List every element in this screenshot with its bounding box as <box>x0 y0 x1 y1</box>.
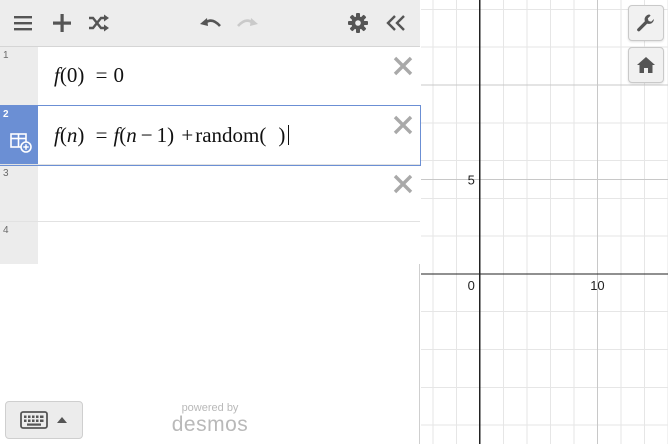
text-cursor <box>288 125 290 145</box>
expression-gutter[interactable]: 2 <box>0 106 38 164</box>
expression-row-2[interactable]: 2 f(n) = f(n −1) +random() <box>0 105 421 166</box>
expression-1-math[interactable]: f(0) = 0 <box>54 63 124 88</box>
delete-expression-icon[interactable] <box>392 114 414 136</box>
expression-number: 2 <box>3 109 9 120</box>
gear-icon[interactable] <box>343 8 373 38</box>
redo-icon <box>233 8 263 38</box>
expression-gutter[interactable]: 1 <box>0 47 38 105</box>
expression-row-1[interactable]: 1 f(0) = 0 <box>0 47 420 106</box>
expression-number: 1 <box>3 50 9 61</box>
delete-expression-icon[interactable] <box>392 173 414 195</box>
undo-icon[interactable] <box>195 8 225 38</box>
expression-gutter[interactable]: 3 <box>0 165 38 221</box>
keyboard-icon <box>20 411 48 429</box>
desmos-logo: desmos <box>171 413 249 436</box>
keyboard-toggle-button[interactable] <box>5 401 83 439</box>
y-tick-label: 5 <box>468 172 475 187</box>
expression-2-math[interactable]: f(n) = f(n −1) +random() <box>54 123 290 148</box>
double-chevron-left-icon[interactable] <box>381 8 411 38</box>
powered-by-desmos: powered by desmos <box>165 403 255 436</box>
shuffle-icon[interactable] <box>84 8 114 38</box>
expression-panel: 1 f(0) = 0 2 f(n) = f(n −1) +random() 3 … <box>0 0 421 444</box>
expression-toolbar <box>0 0 420 47</box>
expression-row-3[interactable]: 3 <box>0 165 420 222</box>
caret-up-icon <box>57 417 67 423</box>
tick-labels: 0 10 5 <box>468 172 605 292</box>
delete-expression-icon[interactable] <box>392 55 414 77</box>
expression-number: 3 <box>3 168 9 179</box>
x-tick-label: 0 <box>468 278 475 293</box>
graph-settings-button[interactable] <box>628 5 664 41</box>
default-viewport-button[interactable] <box>628 47 664 83</box>
x-tick-label: 10 <box>590 278 604 293</box>
hamburger-icon[interactable] <box>8 8 38 38</box>
expression-row-4[interactable]: 4 <box>0 222 420 264</box>
expression-number: 4 <box>3 225 9 236</box>
graph-area[interactable]: 0 10 5 <box>421 0 668 444</box>
wrench-icon <box>637 14 654 32</box>
expression-gutter[interactable]: 4 <box>0 222 38 264</box>
home-icon <box>637 57 655 73</box>
plus-icon[interactable] <box>47 8 77 38</box>
table-add-icon[interactable] <box>10 133 32 153</box>
